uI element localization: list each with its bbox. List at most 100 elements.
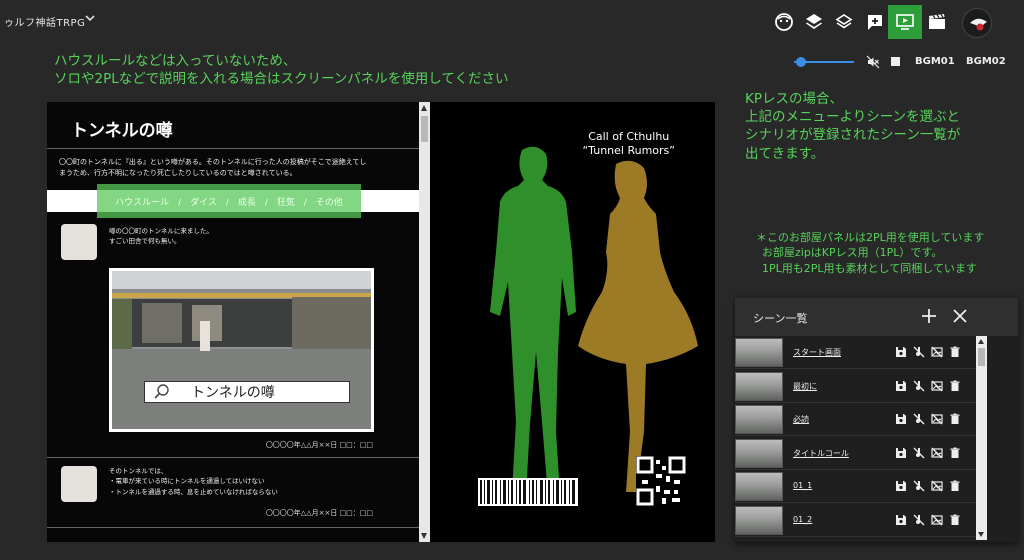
- scene-thumbnail[interactable]: [735, 371, 783, 401]
- avatar: [61, 466, 97, 502]
- post-text: 噂の〇〇町のトンネルに来ました。 すごい田舎で何も無い。: [109, 226, 213, 247]
- scene-list-title: シーン一覧: [753, 312, 808, 325]
- music-off-icon[interactable]: [912, 412, 926, 426]
- tunnel-photo-art: [112, 271, 371, 429]
- scene-list-header: シーン一覧: [735, 298, 1018, 336]
- scene-name[interactable]: スタート画面: [793, 347, 841, 358]
- intro-line: まうため、行方不明になったり死亡したりしているのではと噂されている。: [59, 169, 297, 178]
- scene-row[interactable]: 必読: [735, 403, 976, 436]
- stop-icon[interactable]: [891, 57, 900, 66]
- room-title[interactable]: ゥルフ神話TRPG: [4, 14, 85, 29]
- scene-actions: [894, 513, 962, 527]
- app-root: ゥルフ神話TRPG ハウスルールなどは入っていないため、 ソロや2PLなどで説明…: [0, 0, 1024, 560]
- post-date: 〇〇〇〇年△△月××日 □□：□□: [265, 441, 373, 449]
- add-comment-icon[interactable]: [862, 9, 888, 35]
- bgm-track-2[interactable]: BGM02: [966, 56, 1006, 67]
- close-icon[interactable]: [952, 308, 968, 324]
- music-off-icon[interactable]: [912, 446, 926, 460]
- search-box: トンネルの噂: [144, 381, 350, 403]
- scene-thumbnail[interactable]: [735, 338, 783, 367]
- music-off-icon[interactable]: [912, 513, 926, 527]
- bgm-track-1[interactable]: BGM01: [915, 56, 955, 67]
- scene-actions: [894, 446, 962, 460]
- search-text: トンネルの噂: [191, 385, 275, 401]
- music-off-icon[interactable]: [912, 345, 926, 359]
- instruction-note-top: ハウスルールなどは入っていないため、 ソロや2PLなどで説明を入れる場合はスクリ…: [54, 52, 509, 88]
- scene-thumbnail[interactable]: [735, 405, 783, 434]
- instruction-note-right: KPレスの場合、 上記のメニューよりシーンを選ぶと シナリオが登録されたシーン一…: [745, 90, 960, 163]
- scene-actions: [894, 412, 962, 426]
- screen-panel-right[interactable]: Call of Cthulhu “Tunnel Rumors”: [430, 102, 715, 542]
- save-icon[interactable]: [894, 379, 908, 393]
- delete-icon[interactable]: [948, 379, 962, 393]
- scrollbar-thumb[interactable]: [978, 348, 985, 366]
- scene-name[interactable]: 最初に: [793, 381, 817, 392]
- scroll-up-icon[interactable]: [978, 339, 984, 344]
- image-off-icon[interactable]: [930, 412, 944, 426]
- image-off-icon[interactable]: [930, 446, 944, 460]
- note-line: ＊このお部屋パネルは2PL用を使用しています: [756, 231, 985, 244]
- scrollbar[interactable]: [976, 336, 987, 540]
- search-icon: [154, 384, 169, 399]
- face-icon[interactable]: [771, 9, 797, 35]
- scene-row[interactable]: スタート画面: [735, 336, 976, 369]
- add-icon[interactable]: [921, 308, 937, 324]
- note-line: お部屋zipはKPレス用（1PL）です。: [762, 246, 943, 260]
- scene-row[interactable]: 01_2: [735, 504, 976, 537]
- scene-name[interactable]: 01_1: [793, 481, 812, 490]
- user-avatar[interactable]: [962, 8, 992, 38]
- delete-icon[interactable]: [948, 513, 962, 527]
- music-off-icon[interactable]: [912, 479, 926, 493]
- scene-thumbnail[interactable]: [735, 505, 783, 535]
- save-icon[interactable]: [894, 345, 908, 359]
- house-rules-menu[interactable]: ハウスルール / ダイス / 成長 / 狂気 / その他: [97, 184, 361, 218]
- scrollbar[interactable]: [419, 102, 430, 542]
- image-off-icon[interactable]: [930, 513, 944, 527]
- scene-name[interactable]: 必読: [793, 414, 809, 425]
- cover-art: [478, 146, 698, 506]
- save-icon[interactable]: [894, 513, 908, 527]
- scroll-down-icon[interactable]: [978, 532, 984, 537]
- scroll-up-icon[interactable]: [421, 105, 427, 111]
- qr-code: [636, 456, 686, 506]
- scroll-down-icon[interactable]: [421, 533, 427, 539]
- post-line: ・電車が来ている時にトンネルを通過してはいけない: [109, 477, 265, 486]
- image-off-icon[interactable]: [930, 479, 944, 493]
- scene-name[interactable]: タイトルコール: [793, 448, 849, 459]
- delete-icon[interactable]: [948, 345, 962, 359]
- image-off-icon[interactable]: [930, 379, 944, 393]
- woman-silhouette: [578, 160, 698, 493]
- volume-off-icon[interactable]: [866, 55, 880, 69]
- scrollbar-thumb[interactable]: [421, 116, 428, 142]
- scene-clapper-icon[interactable]: [924, 9, 950, 35]
- image-off-icon[interactable]: [930, 345, 944, 359]
- save-icon[interactable]: [894, 446, 908, 460]
- chevron-down-icon[interactable]: [84, 12, 96, 24]
- menu-links[interactable]: ハウスルール / ダイス / 成長 / 狂気 / その他: [115, 195, 343, 208]
- panel-title: トンネルの噂: [71, 121, 173, 141]
- delete-icon[interactable]: [948, 479, 962, 493]
- layers-outline-icon[interactable]: [831, 9, 857, 35]
- scene-actions: [894, 479, 962, 493]
- layers-icon[interactable]: [801, 9, 827, 35]
- note-line: 1PL用も2PL用も素材として同梱しています: [762, 261, 977, 275]
- delete-icon[interactable]: [948, 446, 962, 460]
- screen-panel-icon[interactable]: [888, 5, 922, 39]
- scene-actions: [894, 345, 962, 359]
- scene-actions: [894, 379, 962, 393]
- music-off-icon[interactable]: [912, 379, 926, 393]
- post-text: そのトンネルでは、 ・電車が来ている時にトンネルを通過してはいけない ・トンネル…: [109, 466, 278, 497]
- save-icon[interactable]: [894, 412, 908, 426]
- intro-line: 〇〇町のトンネルに『出る』という噂がある。そのトンネルに行った人の投稿がそこで途…: [59, 158, 367, 166]
- scene-list-panel: シーン一覧 スタート画面 最初に必読タイトルコール 01_1 01_2: [735, 298, 1018, 542]
- scene-thumbnail[interactable]: [735, 438, 783, 468]
- save-icon[interactable]: [894, 479, 908, 493]
- delete-icon[interactable]: [948, 412, 962, 426]
- bgm-volume-knob[interactable]: [796, 57, 806, 67]
- scene-thumbnail[interactable]: [735, 472, 783, 501]
- scene-row[interactable]: タイトルコール: [735, 437, 976, 470]
- screen-panel-left[interactable]: トンネルの噂 〇〇町のトンネルに『出る』という噂がある。そのトンネルに行った人の…: [47, 102, 421, 542]
- scene-row[interactable]: 01_1: [735, 470, 976, 503]
- scene-row[interactable]: 最初に: [735, 370, 976, 403]
- scene-name[interactable]: 01_2: [793, 515, 812, 524]
